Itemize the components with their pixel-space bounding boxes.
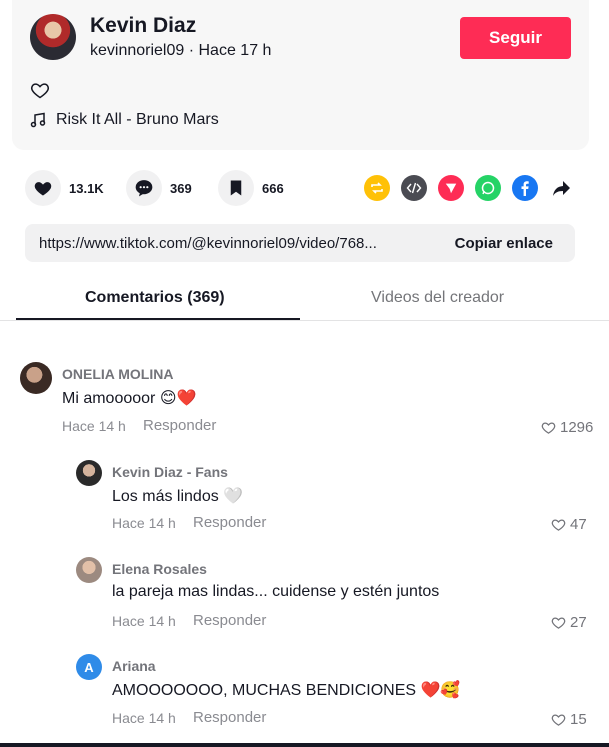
- heart-icon[interactable]: [25, 170, 61, 206]
- comment-time: Hace 14 h: [112, 515, 176, 531]
- comment-time: Hace 14 h: [112, 710, 176, 726]
- comment-text: AMOOOOOOO, MUCHAS BENDICIONES ❤️🥰: [112, 682, 461, 699]
- comment-time: Hace 14 h: [112, 613, 176, 629]
- commenter-name[interactable]: Ariana: [112, 658, 156, 674]
- heart-outline-icon: [551, 714, 566, 726]
- commenter-name[interactable]: ONELIA MOLINA: [62, 366, 173, 382]
- comment-time: Hace 14 h: [62, 418, 126, 434]
- reply-button[interactable]: Responder: [143, 417, 216, 434]
- tab-comments[interactable]: Comentarios (369): [85, 289, 225, 307]
- commenter-avatar[interactable]: [76, 460, 102, 486]
- heart-outline-icon: [551, 519, 566, 531]
- comment-text: Los más lindos 🤍: [112, 488, 244, 505]
- commenter-avatar[interactable]: [20, 362, 52, 394]
- author-meta: kevinnoriel09 · Hace 17 h: [90, 42, 272, 59]
- bottom-border: [0, 743, 609, 747]
- heart-outline-icon: [31, 83, 49, 99]
- share-link-box: https://www.tiktok.com/@kevinnoriel09/vi…: [25, 224, 575, 262]
- comment-icon[interactable]: [126, 170, 162, 206]
- comment-count: 369: [170, 180, 192, 196]
- comment-like-button[interactable]: 47: [551, 516, 587, 533]
- commenter-name[interactable]: Kevin Diaz - Fans: [112, 464, 228, 480]
- save-count: 666: [262, 180, 284, 196]
- commenter-name[interactable]: Elena Rosales: [112, 561, 207, 577]
- comment-like-count: 15: [570, 711, 587, 728]
- comment-like-button[interactable]: 27: [551, 614, 587, 631]
- comment-like-count: 1296: [560, 419, 594, 436]
- comment-like-count: 47: [570, 516, 587, 533]
- share-arrow-icon[interactable]: [549, 175, 575, 201]
- comment-text: la pareja mas lindas... cuidense y estén…: [112, 583, 440, 600]
- embed-icon[interactable]: [401, 175, 427, 201]
- music-note-icon: [30, 112, 46, 128]
- heart-outline-icon: [541, 422, 556, 434]
- heart-outline-icon: [551, 617, 566, 629]
- comment-like-button[interactable]: 15: [551, 711, 587, 728]
- copy-link-button[interactable]: Copiar enlace: [455, 235, 553, 252]
- comment-like-button[interactable]: 1296: [541, 419, 593, 436]
- reply-button[interactable]: Responder: [193, 612, 266, 629]
- video-url[interactable]: https://www.tiktok.com/@kevinnoriel09/vi…: [39, 235, 377, 252]
- like-count: 13.1K: [69, 180, 104, 196]
- music-title[interactable]: Risk It All - Bruno Mars: [56, 111, 219, 129]
- author-name[interactable]: Kevin Diaz: [90, 14, 196, 38]
- send-icon[interactable]: [438, 175, 464, 201]
- commenter-avatar[interactable]: A: [76, 654, 102, 680]
- follow-button[interactable]: Seguir: [460, 17, 571, 59]
- tab-divider: [0, 320, 609, 321]
- comment-like-count: 27: [570, 614, 587, 631]
- comment-action[interactable]: 369: [126, 170, 192, 206]
- whatsapp-icon[interactable]: [475, 175, 501, 201]
- commenter-avatar[interactable]: [76, 557, 102, 583]
- facebook-icon[interactable]: [512, 175, 538, 201]
- author-avatar[interactable]: [30, 14, 76, 60]
- like-action[interactable]: 13.1K: [25, 170, 104, 206]
- comment-text: Mi amooooor 😊❤️: [62, 390, 197, 407]
- reply-button[interactable]: Responder: [193, 709, 266, 726]
- repost-icon[interactable]: [364, 175, 390, 201]
- save-action[interactable]: 666: [218, 170, 284, 206]
- tab-creator-videos[interactable]: Videos del creador: [371, 289, 504, 307]
- reply-button[interactable]: Responder: [193, 514, 266, 531]
- bookmark-icon[interactable]: [218, 170, 254, 206]
